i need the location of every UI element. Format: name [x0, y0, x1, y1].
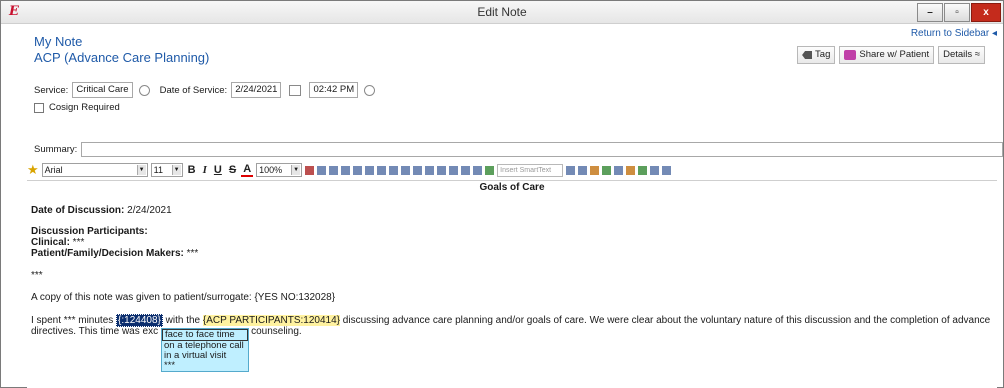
service-field[interactable]: Critical Care	[72, 82, 133, 98]
window-controls: – ▫ x	[917, 3, 1001, 22]
italic-button[interactable]: I	[201, 164, 209, 176]
minimize-button[interactable]: –	[917, 3, 943, 22]
find-icon[interactable]	[413, 165, 423, 175]
cosign-label: Cosign Required	[49, 102, 120, 113]
summary-label: Summary:	[34, 144, 78, 155]
service-row: Service: Critical Care Date of Service: …	[34, 82, 376, 98]
edit-note-window: E Edit Note – ▫ x Return to Sidebar ◂ My…	[0, 0, 1004, 388]
date-of-discussion-line: Date of Discussion: 2/24/2021	[31, 205, 172, 216]
insert-help-icon[interactable]	[473, 165, 483, 175]
section-title: Goals of Care	[479, 182, 545, 193]
align-left-icon[interactable]	[353, 165, 363, 175]
directives-suffix: counseling.	[251, 326, 302, 337]
close-button[interactable]: x	[971, 3, 1001, 22]
redo-icon[interactable]	[449, 165, 459, 175]
underline-button[interactable]: U	[212, 164, 224, 176]
directives-prefix: directives. This time was exc	[31, 326, 159, 337]
help-icon[interactable]	[461, 165, 471, 175]
copy-line: A copy of this note was given to patient…	[31, 292, 336, 303]
share-label: Share w/ Patient	[859, 49, 930, 60]
tag-icon	[802, 51, 813, 59]
clinical-value: ***	[69, 237, 85, 248]
clinical-line: Clinical: ***	[31, 237, 84, 248]
options-icon[interactable]	[662, 165, 672, 175]
date-of-service-field[interactable]: 2/24/2021	[231, 82, 282, 98]
note-actions: Tag Share w/ Patient Details ≈	[797, 46, 985, 64]
acp-participants-smartlist[interactable]: {ACP PARTICIPANTS:120414}	[202, 315, 341, 326]
insert-icon[interactable]	[650, 165, 660, 175]
family-value: ***	[183, 248, 199, 259]
cosign-row: Cosign Required	[34, 102, 120, 113]
share-icon	[844, 50, 857, 60]
spent-prefix: I spent *** minutes	[31, 315, 117, 326]
smarttext-icon[interactable]	[566, 165, 576, 175]
participants-label: Discussion Participants:	[31, 226, 148, 237]
indent-icon[interactable]	[401, 165, 411, 175]
refresh-icon[interactable]	[638, 165, 648, 175]
paste-special-icon[interactable]	[341, 165, 351, 175]
chevron-down-icon: ▼	[171, 165, 181, 175]
editor-toolbar: ★ Arial ▼ 11 ▼ B I U S A 100% ▼ Insert Smar…	[27, 161, 987, 179]
search-icon[interactable]	[138, 84, 150, 96]
zoom-select[interactable]: 100% ▼	[256, 163, 303, 177]
align-right-icon[interactable]	[377, 165, 387, 175]
family-line: Patient/Family/Decision Makers: ***	[31, 248, 198, 259]
time-spent-line: I spent *** minutes {:124408} with the {…	[31, 314, 991, 327]
spellcheck-icon[interactable]	[425, 165, 435, 175]
font-color-button[interactable]: A	[241, 163, 254, 177]
title-bar: E Edit Note – ▫ x	[1, 1, 1003, 24]
stars-line: ***	[31, 270, 43, 281]
maximize-button[interactable]: ▫	[944, 3, 970, 22]
service-label: Service:	[34, 84, 69, 96]
font-value: Arial	[44, 165, 63, 175]
note-editor[interactable]: Goals of Care Date of Discussion: 2/24/2…	[27, 180, 997, 388]
bullet-list-icon[interactable]	[389, 165, 399, 175]
cosign-checkbox[interactable]	[34, 102, 44, 113]
copy-icon[interactable]	[317, 165, 327, 175]
window-title: Edit Note	[477, 5, 527, 19]
bold-button[interactable]: B	[186, 164, 198, 176]
note-title: My Note	[34, 34, 83, 49]
accept-icon[interactable]	[602, 165, 612, 175]
dropdown-item-other[interactable]: ***	[162, 361, 248, 371]
tag-label: Tag	[815, 49, 831, 60]
arrow-left-icon[interactable]	[578, 165, 588, 175]
date-of-discussion-value: 2/24/2021	[124, 205, 172, 216]
font-select[interactable]: Arial ▼	[41, 163, 148, 177]
date-of-service-label: Date of Service:	[159, 84, 228, 96]
strikethrough-button[interactable]: S	[227, 164, 238, 176]
chevron-down-icon: ▼	[291, 165, 301, 175]
family-label: Patient/Family/Decision Makers:	[31, 248, 184, 259]
date-of-discussion-label: Date of Discussion:	[31, 205, 125, 216]
font-size-select[interactable]: 11 ▼	[150, 163, 183, 177]
summary-input[interactable]	[81, 142, 1004, 157]
paste-icon[interactable]	[329, 165, 339, 175]
undo-icon[interactable]	[437, 165, 447, 175]
return-to-sidebar-link[interactable]: Return to Sidebar ◂	[911, 28, 997, 39]
list-icon[interactable]	[614, 165, 624, 175]
tag-button[interactable]: Tag	[797, 46, 836, 64]
calendar-icon[interactable]	[289, 84, 302, 96]
insert-smarttext-input[interactable]: Insert SmartText	[497, 163, 564, 177]
smartlist-dropdown: face to face time on a telephone call in…	[161, 328, 249, 372]
spent-rest: discussing advance care planning and/or …	[340, 315, 991, 326]
share-with-patient-button[interactable]: Share w/ Patient	[839, 46, 935, 64]
clinical-label: Clinical:	[31, 237, 70, 248]
chevron-down-icon: ▼	[136, 165, 146, 175]
align-center-icon[interactable]	[365, 165, 375, 175]
zoom-value: 100%	[259, 165, 283, 175]
clock-icon[interactable]	[364, 84, 376, 96]
font-size-value: 11	[153, 165, 163, 175]
cut-icon[interactable]	[305, 165, 315, 175]
add-icon[interactable]	[485, 165, 495, 175]
arrow-right-icon[interactable]	[590, 165, 600, 175]
time-field[interactable]: 02:42 PM	[309, 82, 359, 98]
star-icon[interactable]: ★	[27, 163, 39, 177]
pencil-icon[interactable]	[626, 165, 636, 175]
details-button[interactable]: Details ≈	[938, 46, 985, 64]
summary-row: Summary:	[34, 142, 1004, 157]
note-subtitle: ACP (Advance Care Planning)	[34, 50, 210, 65]
spent-mid: with the	[162, 315, 203, 326]
